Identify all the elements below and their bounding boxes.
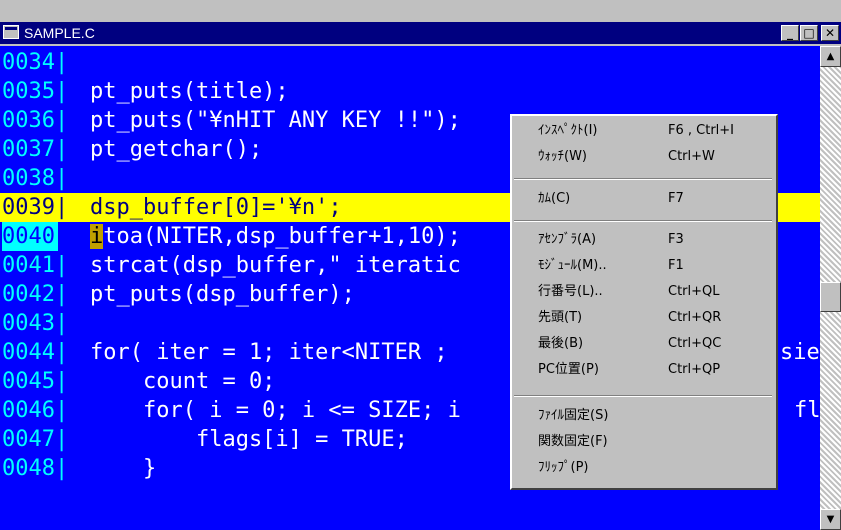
menu-separator [514,220,772,222]
menu-item-bottom[interactable]: 最後(B) Ctrl+QC [512,331,776,357]
maximize-button[interactable]: □ [800,25,818,41]
code-text-tail: sie [780,340,820,365]
line-number: 0040| [2,222,69,251]
menu-separator [514,178,772,180]
code-text: itoa(NITER,dsp_buffer+1,10); [90,222,461,251]
menu-item-flip[interactable]: ﾌﾘｯﾌﾟ(P) [512,455,776,481]
menu-item-assembler[interactable]: ｱｾﾝﾌﾞﾗ(A) F3 [512,227,776,253]
code-text: strcat(dsp_buffer," iteratic [90,253,461,278]
arrow-up-icon: ▲ [826,51,835,62]
menu-item-module[interactable]: ﾓｼﾞｭｰﾙ(M).. F1 [512,253,776,279]
line-number: 0034| [2,50,69,75]
line-number: 0041| [2,253,69,278]
line-number: 0044| [2,340,69,365]
code-text: pt_getchar(); [90,137,263,162]
menu-item-label: ﾓｼﾞｭｰﾙ(M).. [538,258,607,273]
menu-item-shortcut: F7 [668,191,684,206]
menu-separator [514,395,772,397]
line-number: 0047| [2,427,69,452]
code-text: pt_puts(dsp_buffer); [90,282,355,307]
menu-item-label: ﾌｧｲﾙ固定(S) [538,408,609,423]
line-number: 0037| [2,137,69,162]
window-title: SAMPLE.C [24,25,95,41]
line-number: 0043| [2,311,69,336]
menu-item-shortcut: Ctrl+W [668,149,715,164]
code-line[interactable]: 0034| [0,48,820,77]
line-number: 0048| [2,456,69,481]
code-text: pt_puts(title); [90,79,289,104]
line-number: 0042| [2,282,69,307]
menu-item-fix-function[interactable]: 関数固定(F) [512,429,776,455]
line-number: 0039| [2,195,69,220]
menu-item-shortcut: F1 [668,258,684,273]
menu-item-label: 先頭(T) [538,310,583,325]
menu-item-shortcut: Ctrl+QC [668,336,722,351]
code-text: flags[i] = TRUE; [90,427,408,452]
code-text: pt_puts("¥nHIT ANY KEY !!"); [90,108,461,133]
menu-item-label: ｳｫｯﾁ(W) [538,149,587,164]
menu-item-come[interactable]: ｶﾑ(C) F7 [512,186,776,212]
vertical-scrollbar[interactable]: ▲ ▼ [820,46,841,530]
line-number: 0045| [2,369,69,394]
menu-item-label: ｲﾝｽﾍﾟｸﾄ(I) [538,123,598,138]
title-bar[interactable]: SAMPLE.C _ □ ✕ [0,22,841,44]
menu-item-label: ｶﾑ(C) [538,191,571,206]
line-number: 0038| [2,166,69,191]
menu-item-label: 最後(B) [538,336,584,351]
menu-item-label: PC位置(P) [538,362,599,377]
menu-item-watch[interactable]: ｳｫｯﾁ(W) Ctrl+W [512,144,776,170]
code-text: dsp_buffer[0]='¥n'; [90,195,342,220]
code-line[interactable]: 0035| pt_puts(title); [0,77,820,106]
sample-c-window: SAMPLE.C _ □ ✕ 0034| 0035| pt_puts(title)… [0,0,841,530]
menu-item-label: ｱｾﾝﾌﾞﾗ(A) [538,232,597,247]
close-button[interactable]: ✕ [821,25,839,41]
menu-item-shortcut: Ctrl+QL [668,284,720,299]
code-text-tail: fl [794,398,820,423]
code-text: count = 0; [90,369,276,394]
text-caret: i [90,224,104,249]
menu-item-top[interactable]: 先頭(T) Ctrl+QR [512,305,776,331]
arrow-down-icon: ▼ [826,514,835,525]
code-text-rest: toa(NITER,dsp_buffer+1,10); [103,224,461,249]
line-number: 0036| [2,108,69,133]
code-text: for( iter = 1; iter<NITER ; [90,340,448,365]
code-text: } [90,456,157,481]
minimize-button[interactable]: _ [781,25,799,41]
context-menu: ｲﾝｽﾍﾟｸﾄ(I) F6 , Ctrl+I ｳｫｯﾁ(W) Ctrl+W ｶﾑ(C… [510,114,778,490]
scroll-up-button[interactable]: ▲ [820,46,841,67]
menu-item-fix-file[interactable]: ﾌｧｲﾙ固定(S) [512,403,776,429]
code-text: for( i = 0; i <= SIZE; i [90,398,461,423]
menu-item-shortcut: Ctrl+QR [668,310,722,325]
menu-item-shortcut: Ctrl+QP [668,362,721,377]
scroll-down-button[interactable]: ▼ [820,509,841,530]
window-icon[interactable] [3,25,19,39]
menu-item-label: 行番号(L).. [538,284,603,299]
menu-item-line-number[interactable]: 行番号(L).. Ctrl+QL [512,279,776,305]
scroll-thumb[interactable] [820,282,841,312]
menu-item-inspect[interactable]: ｲﾝｽﾍﾟｸﾄ(I) F6 , Ctrl+I [512,118,776,144]
menu-item-pc-position[interactable]: PC位置(P) Ctrl+QP [512,357,776,383]
menu-item-shortcut: F6 , Ctrl+I [668,123,735,138]
menu-item-label: ﾌﾘｯﾌﾟ(P) [538,460,589,475]
menu-item-label: 関数固定(F) [538,434,608,449]
line-number: 0046| [2,398,69,423]
menu-item-shortcut: F3 [668,232,684,247]
line-number: 0035| [2,79,69,104]
